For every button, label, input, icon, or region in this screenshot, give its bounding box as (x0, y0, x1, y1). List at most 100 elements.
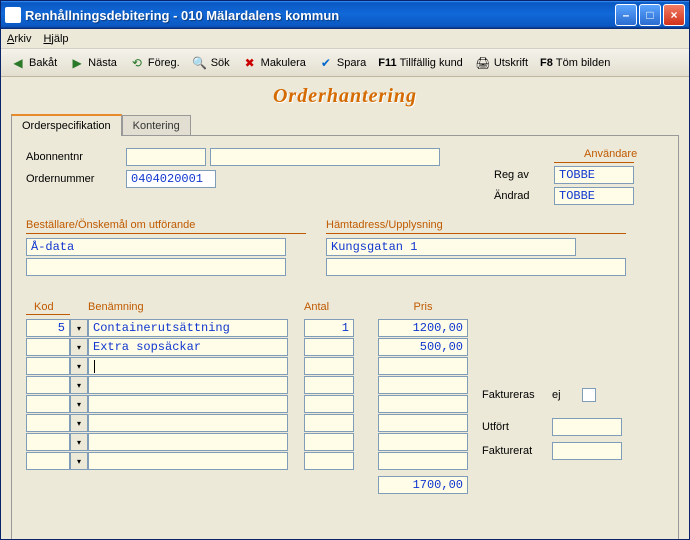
dropdown-icon[interactable]: ▾ (70, 414, 88, 432)
antal-field[interactable] (304, 452, 354, 470)
kod-field[interactable] (26, 395, 70, 413)
cancel-label: Makulera (261, 57, 306, 69)
kod-field[interactable] (26, 433, 70, 451)
search-icon: 🔍 (192, 55, 208, 71)
kod-field[interactable] (26, 376, 70, 394)
utfort-field[interactable] (552, 418, 622, 436)
print-icon: 🖨 (475, 55, 491, 71)
benamning-field[interactable] (88, 433, 288, 451)
close-button[interactable]: × (663, 4, 685, 26)
cancel-icon: ✖ (242, 55, 258, 71)
prev-icon: ⟲ (129, 55, 145, 71)
kod-field[interactable] (26, 357, 70, 375)
antal-field[interactable]: 1 (304, 319, 354, 337)
benamning-field[interactable] (88, 357, 288, 375)
kod-header: Kod (26, 301, 70, 313)
pris-field[interactable]: 1200,00 (378, 319, 468, 337)
andrad-label: Ändrad (494, 190, 554, 202)
tab-kontering[interactable]: Kontering (122, 115, 191, 136)
pris-field[interactable] (378, 395, 468, 413)
dropdown-icon[interactable]: ▾ (70, 433, 88, 451)
clear-button[interactable]: F8 Töm bilden (535, 55, 615, 71)
dropdown-icon[interactable]: ▾ (70, 357, 88, 375)
pris-field[interactable] (378, 433, 468, 451)
app-window: Renhållningsdebitering - 010 Mälardalens… (0, 0, 690, 540)
window-buttons: – □ × (615, 4, 685, 26)
faktureras-ej-checkbox[interactable] (582, 388, 596, 402)
ordernummer-label: Ordernummer (26, 173, 126, 185)
kod-field[interactable] (26, 338, 70, 356)
print-label: Utskrift (494, 57, 528, 69)
dropdown-icon[interactable]: ▾ (70, 452, 88, 470)
antal-field[interactable] (304, 414, 354, 432)
window-title: Renhållningsdebitering - 010 Mälardalens… (25, 8, 615, 23)
benamning-field[interactable]: Extra sopsäckar (88, 338, 288, 356)
antal-field[interactable] (304, 395, 354, 413)
next-button[interactable]: ▶ Nästa (64, 53, 122, 73)
invoice-status-group: Faktureras ej Utfört Fakturerat (482, 388, 622, 466)
anvandare-label: Användare (584, 148, 664, 160)
benamning-field[interactable] (88, 376, 288, 394)
prev-button[interactable]: ⟲ Föreg. (124, 53, 185, 73)
benamning-field[interactable] (88, 452, 288, 470)
antal-field[interactable] (304, 433, 354, 451)
print-button[interactable]: 🖨 Utskrift (470, 53, 533, 73)
back-button[interactable]: ◀ Bakåt (5, 53, 62, 73)
save-button[interactable]: ✔ Spara (313, 53, 371, 73)
antal-field[interactable] (304, 357, 354, 375)
pris-field[interactable] (378, 357, 468, 375)
pris-header: Pris (378, 301, 468, 313)
antal-field[interactable] (304, 338, 354, 356)
tabstrip: Orderspecifikation Kontering (11, 114, 679, 136)
benamning-field[interactable] (88, 395, 288, 413)
search-button[interactable]: 🔍 Sök (187, 53, 235, 73)
antal-field[interactable] (304, 376, 354, 394)
next-icon: ▶ (69, 55, 85, 71)
utfort-label: Utfört (482, 421, 552, 433)
ordernummer-field[interactable]: 0404020001 (126, 170, 216, 188)
order-line: ▾ (26, 357, 664, 375)
dropdown-icon[interactable]: ▾ (70, 319, 88, 337)
save-icon: ✔ (318, 55, 334, 71)
kod-field[interactable]: 5 (26, 319, 70, 337)
temp-customer-button[interactable]: F11 Tillfällig kund (373, 55, 468, 71)
menubar: Arkiv Hjälp (1, 29, 689, 49)
sum-field: 1700,00 (378, 476, 468, 494)
bestallare-field-2[interactable] (26, 258, 286, 276)
f8-key: F8 (540, 57, 553, 69)
faktureras-label: Faktureras (482, 389, 552, 401)
prev-label: Föreg. (148, 57, 180, 69)
maximize-button[interactable]: □ (639, 4, 661, 26)
dropdown-icon[interactable]: ▾ (70, 395, 88, 413)
toolbar: ◀ Bakåt ▶ Nästa ⟲ Föreg. 🔍 Sök ✖ Makuler… (1, 49, 689, 77)
andrad-field: TOBBE (554, 187, 634, 205)
cancel-button[interactable]: ✖ Makulera (237, 53, 311, 73)
menu-hjalp[interactable]: Hjälp (43, 33, 68, 45)
pris-field[interactable] (378, 376, 468, 394)
dropdown-icon[interactable]: ▾ (70, 338, 88, 356)
abonnentnr-field[interactable] (126, 148, 206, 166)
bestallare-field-1[interactable]: Å-data (26, 238, 286, 256)
content-area: Orderhantering Orderspecifikation Konter… (1, 77, 689, 539)
bestallare-label: Beställare/Önskemål om utförande (26, 219, 306, 231)
regav-label: Reg av (494, 169, 554, 181)
hamtadress-field-2[interactable] (326, 258, 626, 276)
kod-field[interactable] (26, 452, 70, 470)
benamning-field[interactable] (88, 414, 288, 432)
abonnent-name-field[interactable] (210, 148, 440, 166)
abonnentnr-label: Abonnentnr (26, 151, 126, 163)
hamtadress-field-1[interactable]: Kungsgatan 1 (326, 238, 576, 256)
next-label: Nästa (88, 57, 117, 69)
tab-orderspec[interactable]: Orderspecifikation (11, 114, 122, 136)
back-icon: ◀ (10, 55, 26, 71)
dropdown-icon[interactable]: ▾ (70, 376, 88, 394)
menu-arkiv[interactable]: Arkiv (7, 33, 31, 45)
pris-field[interactable] (378, 414, 468, 432)
minimize-button[interactable]: – (615, 4, 637, 26)
f11-key: F11 (378, 57, 396, 69)
benamning-field[interactable]: Containerutsättning (88, 319, 288, 337)
kod-field[interactable] (26, 414, 70, 432)
pris-field[interactable]: 500,00 (378, 338, 468, 356)
pris-field[interactable] (378, 452, 468, 470)
regav-field: TOBBE (554, 166, 634, 184)
